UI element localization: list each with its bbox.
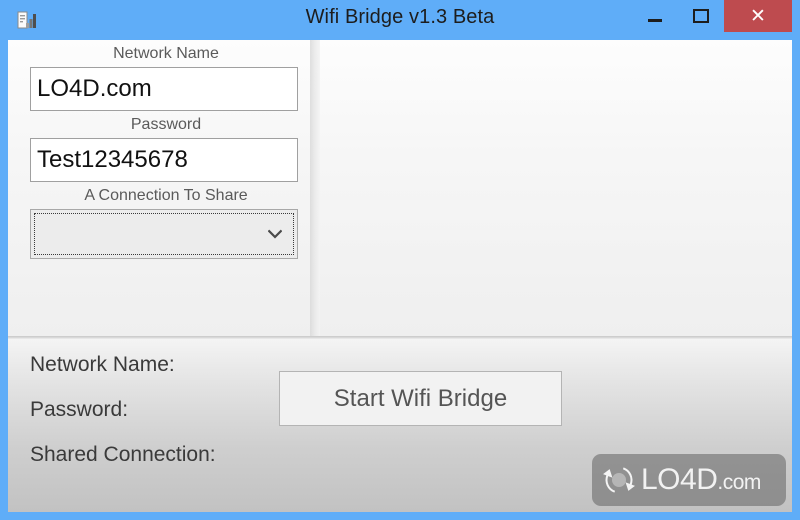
network-name-input[interactable]: [30, 67, 298, 111]
password-input[interactable]: [30, 138, 298, 182]
close-button[interactable]: ✕: [724, 0, 792, 32]
maximize-icon: [693, 9, 709, 23]
client-area: Network Name Password A Connection To Sh…: [8, 40, 792, 512]
combobox-focus-outline: [34, 213, 294, 255]
app-window: Wifi Bridge v1.3 Beta ✕ Network Name Pas…: [0, 0, 800, 520]
connection-to-share-label: A Connection To Share: [84, 187, 248, 204]
maximize-button[interactable]: [678, 0, 724, 32]
watermark-brand: LO4D: [641, 463, 718, 496]
watermark-text: LO4D.com: [641, 463, 761, 497]
title-bar: Wifi Bridge v1.3 Beta ✕: [8, 0, 792, 40]
network-name-label: Network Name: [113, 45, 219, 62]
minimize-button[interactable]: [632, 0, 678, 32]
window-controls: ✕: [632, 0, 792, 32]
connection-to-share-combobox[interactable]: [30, 209, 298, 259]
panel-divider-vertical: [310, 40, 320, 336]
circular-arrows-icon: [603, 467, 635, 493]
watermark-tld: .com: [717, 471, 761, 494]
password-label: Password: [130, 116, 202, 133]
lo4d-watermark: LO4D.com: [592, 454, 786, 506]
config-panel: Network Name Password A Connection To Sh…: [8, 40, 792, 336]
start-wifi-bridge-button[interactable]: Start Wifi Bridge: [279, 371, 562, 426]
chevron-down-icon: [268, 229, 282, 239]
minimize-icon: [648, 18, 662, 22]
config-form: Network Name Password A Connection To Sh…: [30, 40, 302, 259]
